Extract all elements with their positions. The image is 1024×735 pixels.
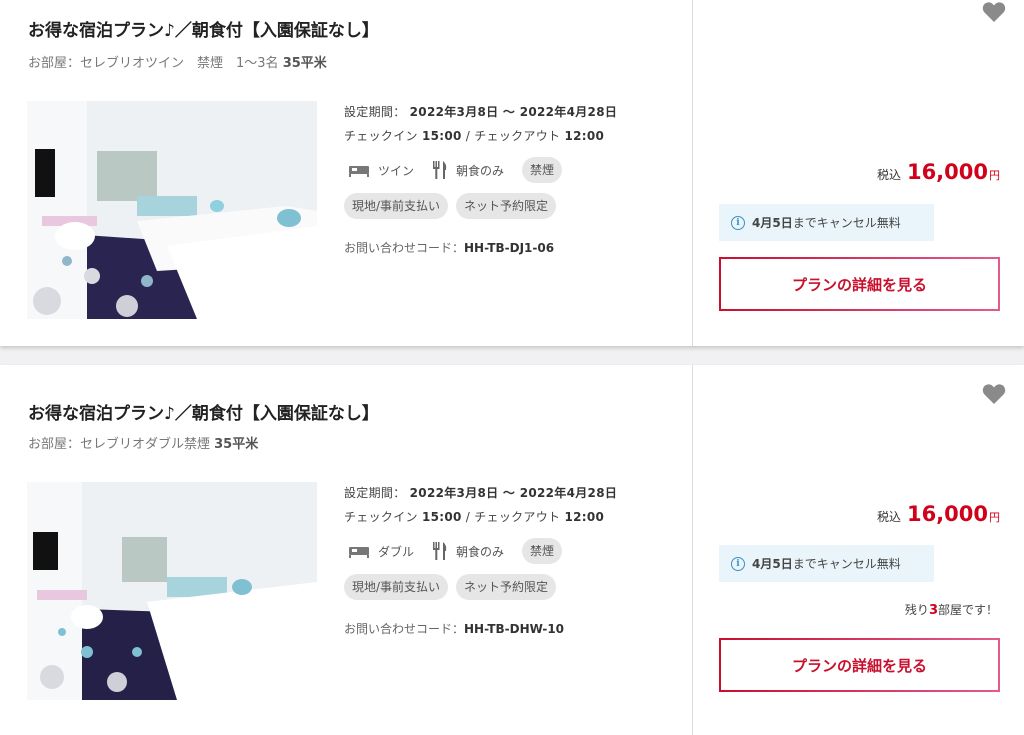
tags-row: 現地/事前支払い ネット予約限定 [344, 574, 557, 600]
period-label: 設定期間： [344, 486, 406, 500]
free-cancel-notice: i 4月5日 までキャンセル無料 [719, 204, 934, 241]
period-label: 設定期間： [344, 105, 406, 119]
price-amount: 16,000 [906, 160, 988, 184]
bed-icon [348, 163, 370, 177]
cancel-date: 4月5日 [752, 216, 793, 230]
bed-icon [348, 544, 370, 558]
fork-knife-icon [432, 161, 448, 179]
contact-code: お問い合わせコード：HH-TB-DHW-10 [344, 620, 564, 637]
checkout-label: / チェックアウト [465, 129, 561, 143]
cancel-text: までキャンセル無料 [792, 216, 901, 230]
tax-label: 税込 [876, 510, 901, 524]
price: 税込 16,000 円 [877, 160, 1000, 184]
tax-label: 税込 [876, 168, 901, 182]
checkin-label: チェックイン [344, 510, 418, 524]
currency: 円 [989, 169, 1000, 182]
bed-type-label: ダブル [378, 544, 415, 559]
room-photo[interactable] [27, 482, 317, 700]
contact-code-value: HH-TB-DHW-10 [464, 622, 565, 636]
info-icon: i [731, 215, 745, 230]
price: 税込 16,000 円 [877, 502, 1000, 526]
checkin-value: 15:00 [421, 129, 462, 143]
bed-type-label: ツイン [378, 163, 415, 178]
checkin-checkout: チェックイン 15:00 / チェックアウト 12:00 [344, 508, 604, 525]
meal-label: 朝食のみ [456, 163, 505, 178]
checkout-value: 12:00 [564, 510, 605, 524]
rooms-remaining: 残り3部屋です！ [905, 601, 998, 618]
tag: 禁煙 [522, 538, 563, 564]
period-value: 2022年3月8日 〜 2022年4月28日 [409, 486, 618, 500]
card-divider [692, 0, 693, 346]
room-name: お部屋：セレブリオツイン 禁煙 1〜3名 [28, 56, 283, 71]
heart-icon[interactable] [982, 383, 1008, 407]
meal-type: 朝食のみ [432, 161, 504, 179]
room-name: お部屋：セレブリオダブル禁煙 [28, 437, 215, 452]
price-amount: 16,000 [906, 502, 988, 526]
contact-label: お問い合わせコード： [344, 241, 465, 255]
tags-row: 現地/事前支払い ネット予約限定 [344, 193, 557, 219]
contact-code: お問い合わせコード：HH-TB-DJ1-06 [344, 239, 554, 256]
contact-code-value: HH-TB-DJ1-06 [464, 241, 555, 255]
contact-label: お問い合わせコード： [344, 622, 465, 636]
cancel-text: までキャンセル無料 [792, 557, 901, 571]
period: 設定期間： 2022年3月8日 〜 2022年4月28日 [344, 103, 617, 120]
amenities: ダブル 朝食のみ 禁煙 [348, 538, 563, 564]
plan-title[interactable]: お得な宿泊プラン♪／朝食付【入園保証なし】 [28, 16, 379, 41]
meal-type: 朝食のみ [432, 542, 504, 560]
remaining-prefix: 残り [904, 603, 929, 617]
room-size: 35平米 [214, 437, 259, 452]
plan-detail-button[interactable]: プランの詳細を見る [719, 638, 1000, 692]
plan-title[interactable]: お得な宿泊プラン♪／朝食付【入園保証なし】 [28, 399, 379, 424]
tag: 現地/事前支払い [344, 574, 449, 600]
checkin-value: 15:00 [421, 510, 462, 524]
bed-type: ツイン [348, 162, 414, 179]
amenities: ツイン 朝食のみ 禁煙 [348, 157, 563, 183]
card-divider [692, 365, 693, 735]
remaining-count: 3 [928, 603, 938, 618]
room-photo[interactable] [27, 101, 317, 319]
bed-type: ダブル [348, 543, 414, 560]
cancel-date: 4月5日 [752, 557, 793, 571]
room-size: 35平米 [282, 56, 327, 71]
heart-icon[interactable] [982, 1, 1008, 25]
meal-label: 朝食のみ [456, 544, 505, 559]
room-info: お部屋：セレブリオツイン 禁煙 1〜3名 35平米 [28, 52, 327, 71]
plan-detail-button[interactable]: プランの詳細を見る [719, 257, 1000, 311]
remaining-suffix: 部屋です！ [937, 603, 998, 617]
checkout-label: / チェックアウト [465, 510, 561, 524]
period: 設定期間： 2022年3月8日 〜 2022年4月28日 [344, 484, 617, 501]
fork-knife-icon [432, 542, 448, 560]
info-icon: i [731, 556, 745, 571]
plan-card: お得な宿泊プラン♪／朝食付【入園保証なし】 お部屋：セレブリオツイン 禁煙 1〜… [0, 0, 1024, 346]
tag: 現地/事前支払い [344, 193, 449, 219]
period-value: 2022年3月8日 〜 2022年4月28日 [409, 105, 618, 119]
checkout-value: 12:00 [564, 129, 605, 143]
plan-card: お得な宿泊プラン♪／朝食付【入園保証なし】 お部屋：セレブリオダブル禁煙 35平… [0, 365, 1024, 735]
checkin-checkout: チェックイン 15:00 / チェックアウト 12:00 [344, 127, 604, 144]
checkin-label: チェックイン [344, 129, 418, 143]
tag: ネット予約限定 [456, 193, 557, 219]
room-info: お部屋：セレブリオダブル禁煙 35平米 [28, 433, 258, 452]
currency: 円 [989, 511, 1000, 524]
tag: ネット予約限定 [456, 574, 557, 600]
free-cancel-notice: i 4月5日 までキャンセル無料 [719, 545, 934, 582]
tag: 禁煙 [522, 157, 563, 183]
